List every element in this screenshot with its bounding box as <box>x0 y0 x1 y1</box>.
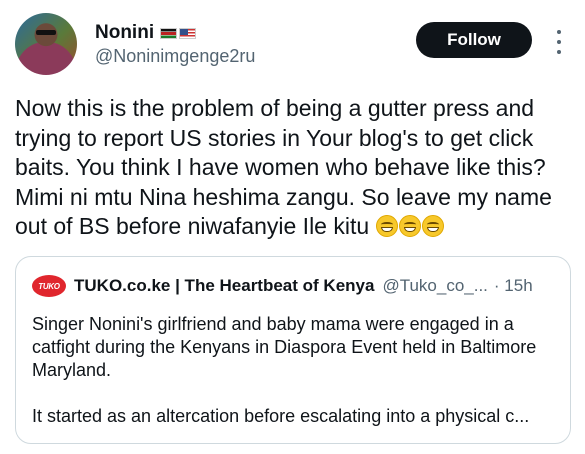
grinning-face-emoji-icon <box>421 215 444 237</box>
quoted-author-handle: @Tuko_co_... <box>382 276 488 295</box>
quoted-author-name: TUKO.co.ke | The Heartbeat of Kenya <box>74 276 375 295</box>
quoted-timestamp: · 15h <box>493 276 533 295</box>
quoted-tweet-body: Singer Nonini's girlfriend and baby mama… <box>32 313 552 428</box>
grinning-face-emoji-icon <box>398 215 421 237</box>
quoted-paragraph-2: It started as an altercation before esca… <box>32 406 530 426</box>
grinning-face-emoji-icon <box>375 215 398 237</box>
author-name[interactable]: Nonini <box>95 22 154 44</box>
flags <box>160 27 197 39</box>
tuko-logo-icon: TUKO <box>32 275 66 297</box>
quoted-tweet-header: TUKO TUKO.co.ke | The Heartbeat of Kenya… <box>32 275 533 297</box>
us-flag-icon <box>179 27 197 39</box>
author-name-row: Nonini <box>95 22 197 44</box>
follow-button[interactable]: Follow <box>416 22 532 58</box>
more-options-icon[interactable] <box>555 30 563 54</box>
quoted-tweet[interactable]: TUKO TUKO.co.ke | The Heartbeat of Kenya… <box>15 256 571 444</box>
kenya-flag-icon <box>160 27 178 39</box>
quoted-paragraph-1: Singer Nonini's girlfriend and baby mama… <box>32 314 537 380</box>
author-handle[interactable]: @Noninimgenge2ru <box>95 46 255 67</box>
tweet-body: Now this is the problem of being a gutte… <box>15 95 552 239</box>
tweet-text: Now this is the problem of being a gutte… <box>15 94 575 242</box>
avatar[interactable] <box>15 13 77 75</box>
